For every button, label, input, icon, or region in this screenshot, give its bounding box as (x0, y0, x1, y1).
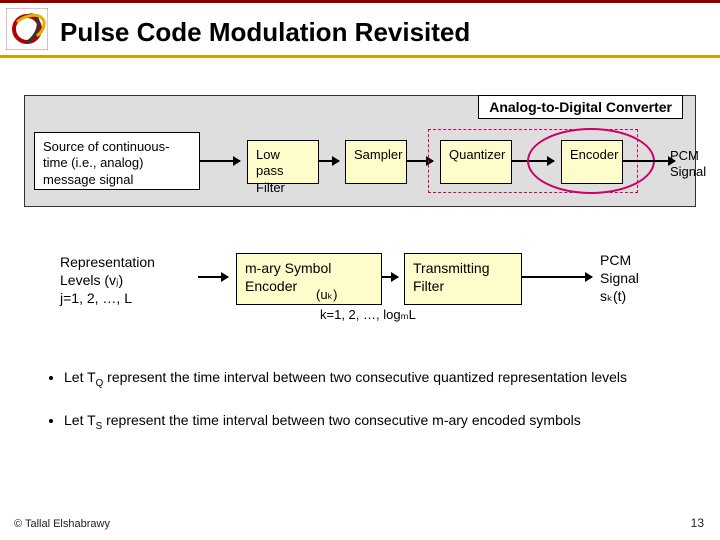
representation-levels-label: Representation Levels (vⱼ) j=1, 2, …, L (60, 253, 210, 308)
pcm-signal-output-label: PCM Signal sₖ(t) (600, 251, 639, 306)
arrow-icon (382, 276, 398, 278)
arrow-icon (522, 276, 592, 278)
pcm2-l1: PCM (600, 252, 631, 268)
arrow-icon (319, 160, 339, 162)
slide-header: Pulse Code Modulation Revisited (0, 0, 720, 58)
k-range-label: k=1, 2, …, logₘL (320, 307, 416, 323)
rep-line2: Levels (vⱼ) (60, 272, 123, 288)
slide-title: Pulse Code Modulation Revisited (60, 17, 470, 48)
header-underline (0, 55, 720, 58)
arrow-icon (198, 276, 228, 278)
adc-label: Analog-to-Digital Converter (478, 95, 683, 119)
footer-copyright: © Tallal Elshabrawy (14, 518, 110, 530)
bullet-list: Let TQ represent the time interval betwe… (24, 368, 696, 453)
uk-label: (uₖ) (316, 287, 337, 303)
encoder-block: Encoder (561, 140, 623, 184)
transmitting-filter-block: Transmitting Filter (404, 253, 522, 305)
arrow-icon (623, 160, 675, 162)
footer-page-number: 13 (691, 516, 704, 530)
pcm2-l2: Signal (600, 270, 639, 286)
lpf-block: Low pass Filter (247, 140, 319, 184)
pcm2-l3: sₖ(t) (600, 288, 626, 304)
rep-line3: j=1, 2, …, L (60, 290, 132, 306)
adc-panel: Analog-to-Digital Converter Source of co… (24, 95, 696, 207)
bullet-ts: Let TS represent the time interval betwe… (64, 411, 696, 434)
arrow-icon (200, 160, 240, 162)
rep-line1: Representation (60, 254, 155, 270)
source-block: Source of continuous-time (i.e., analog)… (34, 132, 200, 190)
mary-encoder-block: m-ary Symbol Encoder (236, 253, 382, 305)
sampler-block: Sampler (345, 140, 407, 184)
quantizer-block: Quantizer (440, 140, 512, 184)
pcm-signal-label: PCM Signal (670, 148, 718, 179)
bullet-tq: Let TQ represent the time interval betwe… (64, 368, 696, 391)
logo-icon (6, 8, 48, 50)
